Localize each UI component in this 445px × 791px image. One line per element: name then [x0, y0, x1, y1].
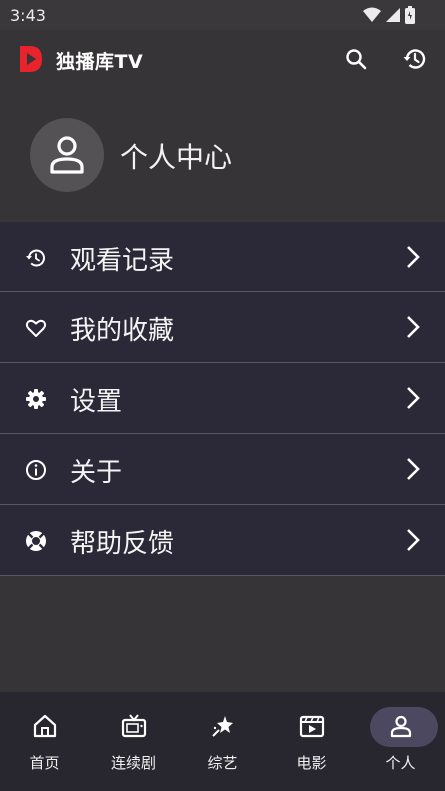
- bottom-navigation: 首页 连续剧 综艺 电影 个人: [0, 692, 445, 791]
- app-title: 独播库TV: [56, 51, 144, 73]
- menu-item-label: 我的收藏: [70, 316, 175, 346]
- chevron-right-icon: [407, 529, 420, 551]
- nav-label: 电影: [296, 754, 327, 772]
- lifebuoy-icon: [26, 531, 46, 551]
- profile-header[interactable]: 个人中心: [0, 90, 445, 222]
- status-time: 3:43: [10, 6, 46, 25]
- tv-icon: [119, 712, 149, 740]
- avatar[interactable]: [30, 118, 104, 192]
- nav-label: 连续剧: [110, 754, 156, 772]
- heart-icon: [25, 319, 47, 337]
- person-icon: [50, 136, 84, 174]
- history-button[interactable]: [395, 39, 435, 79]
- menu-item-settings[interactable]: 设置: [0, 363, 445, 434]
- menu-item-label: 设置: [70, 387, 123, 417]
- star-icon: [208, 712, 238, 740]
- profile-title: 个人中心: [120, 141, 233, 174]
- system-icons: [363, 6, 415, 24]
- info-icon: [26, 460, 46, 480]
- nav-tab-movies[interactable]: 电影: [267, 692, 356, 791]
- person-icon: [386, 712, 416, 740]
- status-bar: 3:43: [0, 0, 445, 30]
- menu-item-about[interactable]: 关于: [0, 434, 445, 505]
- search-icon: [346, 49, 367, 70]
- menu-item-help-feedback[interactable]: 帮助反馈: [0, 505, 445, 576]
- menu-item-label: 关于: [70, 458, 123, 488]
- history-icon: [403, 49, 426, 69]
- nav-label: 个人: [385, 754, 416, 772]
- wifi-icon: [363, 7, 381, 22]
- nav-tab-series[interactable]: 连续剧: [89, 692, 178, 791]
- menu-item-label: 观看记录: [70, 246, 175, 276]
- signal-icon: [386, 8, 400, 22]
- menu-item-label: 帮助反馈: [70, 529, 175, 559]
- app-logo-icon: [20, 46, 42, 72]
- gear-icon: [26, 389, 46, 409]
- nav-tab-variety[interactable]: 综艺: [178, 692, 267, 791]
- nav-tab-home[interactable]: 首页: [0, 692, 89, 791]
- history-icon: [26, 249, 45, 267]
- chevron-right-icon: [407, 246, 420, 268]
- chevron-right-icon: [407, 316, 420, 338]
- home-icon: [30, 712, 60, 740]
- search-button[interactable]: [336, 39, 376, 79]
- nav-label: 综艺: [207, 754, 238, 772]
- menu-item-watch-history[interactable]: 观看记录: [0, 222, 445, 292]
- chevron-right-icon: [407, 458, 420, 480]
- film-icon: [297, 712, 327, 740]
- battery-icon: [405, 6, 415, 24]
- nav-tab-profile[interactable]: 个人: [356, 692, 445, 791]
- app-bar: 独播库TV: [0, 30, 445, 90]
- settings-menu: 观看记录 我的收藏 设置 关于 帮助反馈: [0, 222, 445, 576]
- menu-item-favorites[interactable]: 我的收藏: [0, 292, 445, 363]
- chevron-right-icon: [407, 387, 420, 409]
- nav-label: 首页: [29, 754, 60, 772]
